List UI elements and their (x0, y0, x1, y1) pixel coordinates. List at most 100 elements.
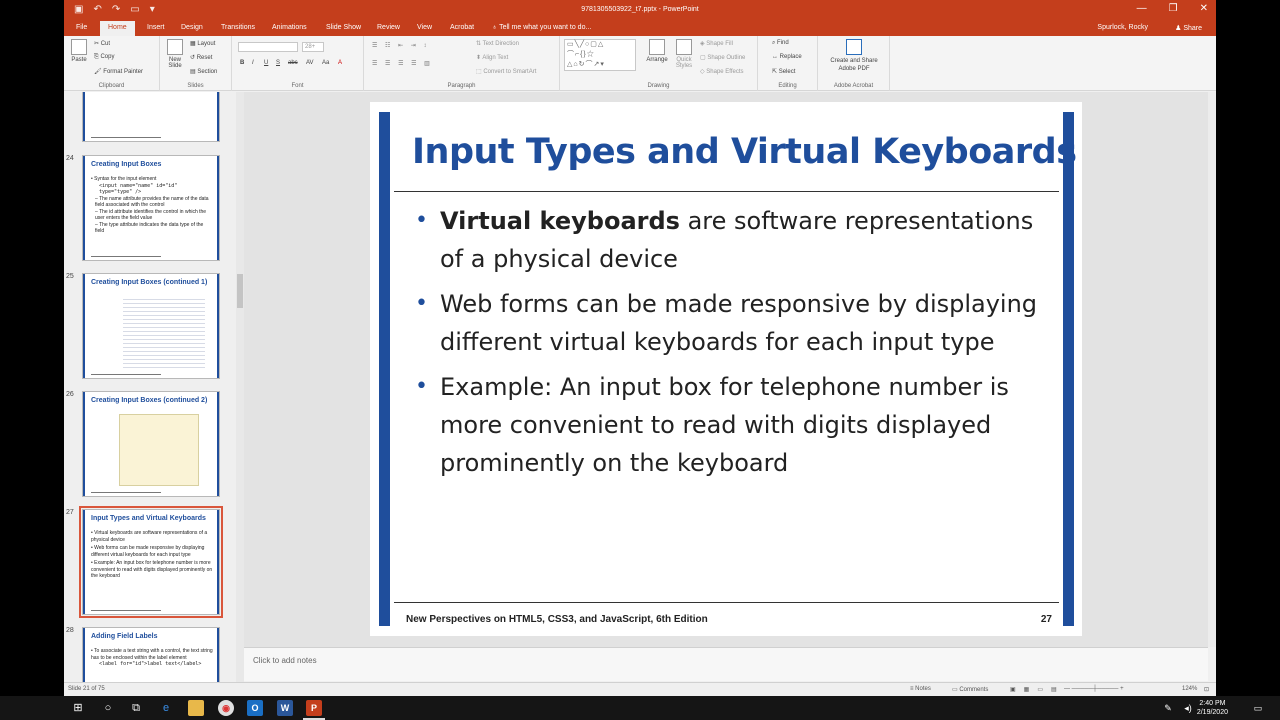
slides-group-label: Slides (187, 83, 204, 89)
char-spacing-button[interactable]: AV (306, 60, 314, 66)
powerpoint-window: ▣ ↶ ↷ ▭ ▾ 9781305503922_t7.pptx - PowerP… (64, 0, 1216, 696)
slide-thumbnail-27[interactable]: Input Types and Virtual Keyboards • Virt… (79, 506, 223, 618)
notes-button[interactable]: ≡ Notes (910, 686, 931, 692)
clipboard-group: Paste ✂ Cut ⎘ Copy 🖌 Format Painter Clip… (64, 36, 160, 91)
current-slide[interactable]: Input Types and Virtual Keyboards • Virtu… (370, 102, 1082, 636)
shape-outline-button[interactable]: ▢ Shape Outline (700, 54, 745, 61)
reset-button[interactable]: ↺ Reset (190, 54, 212, 61)
slide-bullets[interactable]: • Virtual keyboards are software represen… (412, 202, 1042, 489)
italic-button[interactable]: I (252, 60, 254, 66)
restore-button[interactable]: ❐ (1169, 3, 1178, 14)
align-buttons[interactable]: ☰ ☰ ☰ ☰ ▥ (372, 60, 433, 67)
slide-thumbnail-26[interactable]: Creating Input Boxes (continued 2) (82, 391, 220, 497)
slide-thumbnail-panel[interactable]: 24 Creating Input Boxes • Syntax for the… (64, 92, 236, 682)
file-explorer-icon[interactable] (188, 700, 204, 716)
edge-icon[interactable]: e (158, 700, 174, 716)
text-direction-button[interactable]: ⇅ Text Direction (476, 40, 519, 47)
section-button[interactable]: ▤ Section (190, 68, 217, 75)
slide-editor[interactable]: Input Types and Virtual Keyboards • Virtu… (244, 92, 1208, 647)
zoom-slider[interactable]: — ─────┼───── + (1064, 686, 1124, 692)
change-case-button[interactable]: Aa (322, 60, 329, 66)
title-divider (394, 191, 1059, 192)
tab-view[interactable]: View (417, 24, 432, 31)
thumbnail-title: Adding Field Labels (91, 633, 158, 640)
tab-acrobat[interactable]: Acrobat (450, 24, 474, 31)
convert-smartart-button[interactable]: ⬚ Convert to SmartArt (476, 68, 536, 75)
tab-file[interactable]: File (76, 24, 87, 31)
shapes-gallery[interactable]: ▭╲╱○▢△ ⌒⌐{}☆ △⌂↻⌒↗▾ (564, 39, 636, 71)
tab-review[interactable]: Review (377, 24, 400, 31)
windows-icon[interactable]: ⊞ (70, 700, 86, 716)
comments-button[interactable]: ▭ Comments (952, 686, 988, 693)
taskbar-clock[interactable]: 2:40 PM 2/19/2020 (1197, 699, 1228, 717)
user-name[interactable]: Spurlock, Rocky (1097, 24, 1148, 31)
paragraph-group-label: Paragraph (447, 83, 476, 89)
tab-transitions[interactable]: Transitions (221, 24, 255, 31)
select-button[interactable]: ⇱ Select (772, 68, 795, 75)
powerpoint-icon[interactable]: P (303, 700, 325, 720)
align-text-button[interactable]: ⬍ Align Text (476, 54, 508, 61)
thumbnail-title: Creating Input Boxes (91, 161, 162, 168)
cut-button[interactable]: ✂ Cut (94, 40, 110, 47)
create-pdf-button[interactable]: Create and Share Adobe PDF (822, 39, 886, 73)
replace-button[interactable]: ↔ Replace (772, 54, 802, 60)
drawing-group-label: Drawing (647, 83, 670, 89)
share-button[interactable]: ♟ Share (1175, 24, 1202, 32)
tab-animations[interactable]: Animations (272, 24, 307, 31)
word-icon[interactable]: W (277, 700, 293, 716)
strikethrough-button[interactable]: abc (288, 60, 298, 66)
chrome-icon[interactable]: ◉ (218, 700, 234, 716)
task-view-icon[interactable]: ⧉ (128, 700, 144, 716)
thumbnail-scrollbar[interactable] (236, 92, 244, 682)
slide-thumbnail-24[interactable]: Creating Input Boxes • Syntax for the in… (82, 155, 220, 261)
shape-fill-button[interactable]: ◈ Shape Fill (700, 40, 733, 47)
font-color-button[interactable]: A (338, 60, 342, 66)
tab-slideshow[interactable]: Slide Show (326, 24, 361, 31)
font-size-field[interactable]: 28+ (302, 42, 324, 52)
font-group: 28+ B I U S abc AV Aa A Font (232, 36, 364, 91)
close-button[interactable]: ✕ (1200, 3, 1208, 14)
find-button[interactable]: ⌕ Find (772, 40, 789, 47)
copy-button[interactable]: ⎘ Copy (94, 54, 114, 61)
new-slide-button[interactable]: New Slide (164, 39, 186, 69)
view-buttons[interactable]: ▣▦▭▤ (1010, 686, 1065, 693)
layout-button[interactable]: ▦ Layout (190, 40, 215, 47)
slide-number: 24 (66, 155, 74, 162)
notes-pane[interactable]: Click to add notes (244, 647, 1208, 681)
arrange-button[interactable]: Arrange (644, 39, 670, 63)
volume-icon[interactable]: ◂) (1180, 700, 1196, 716)
arrange-icon (649, 39, 665, 55)
fit-slide-icon[interactable]: ⊡ (1204, 686, 1209, 693)
shape-effects-button[interactable]: ◇ Shape Effects (700, 68, 744, 75)
tab-home[interactable]: Home (100, 21, 135, 36)
slide-thumbnail-25[interactable]: Creating Input Boxes (continued 1) (82, 273, 220, 379)
slides-group: New Slide ▦ Layout ↺ Reset ▤ Section Sli… (160, 36, 232, 91)
notification-icon[interactable]: ▭ (1250, 700, 1266, 716)
notes-placeholder[interactable]: Click to add notes (253, 656, 317, 665)
list-buttons[interactable]: ☰ ☷ ⇤ ⇥ ↕ (372, 42, 429, 49)
slide-thumbnail-23[interactable] (82, 92, 220, 142)
tab-design[interactable]: Design (181, 24, 203, 31)
outlook-icon[interactable]: O (247, 700, 263, 716)
tell-me-search[interactable]: ♁ Tell me what you want to do... (492, 24, 591, 31)
search-icon[interactable]: ○ (100, 700, 116, 716)
bold-button[interactable]: B (240, 60, 244, 66)
scrollbar-thumb[interactable] (237, 274, 243, 308)
text-shadow-button[interactable]: S (276, 60, 280, 66)
font-name-field[interactable] (238, 42, 298, 52)
slide-title[interactable]: Input Types and Virtual Keyboards (412, 132, 1077, 172)
paste-button[interactable]: Paste (68, 39, 90, 63)
thumbnail-title: Creating Input Boxes (continued 1) (91, 279, 208, 286)
underline-button[interactable]: U (264, 60, 268, 66)
tab-insert[interactable]: Insert (147, 24, 165, 31)
acrobat-group: Create and Share Adobe PDF Adobe Acrobat (818, 36, 890, 91)
minimize-button[interactable]: — (1137, 3, 1147, 14)
paragraph-group: ☰ ☷ ⇤ ⇥ ↕ ☰ ☰ ☰ ☰ ▥ ⇅ Text Direction ⬍ A… (364, 36, 560, 91)
network-icon[interactable]: ✎ (1160, 700, 1176, 716)
quick-styles-button[interactable]: Quick Styles (672, 39, 696, 69)
title-bar: ▣ ↶ ↷ ▭ ▾ 9781305503922_t7.pptx - PowerP… (64, 0, 1216, 20)
zoom-level[interactable]: 124% (1182, 686, 1197, 692)
slide-thumbnail-28[interactable]: Adding Field Labels • To associate a tex… (82, 627, 220, 682)
format-painter-button[interactable]: 🖌 Format Painter (94, 68, 143, 75)
editor-scrollbar[interactable] (1208, 92, 1216, 647)
